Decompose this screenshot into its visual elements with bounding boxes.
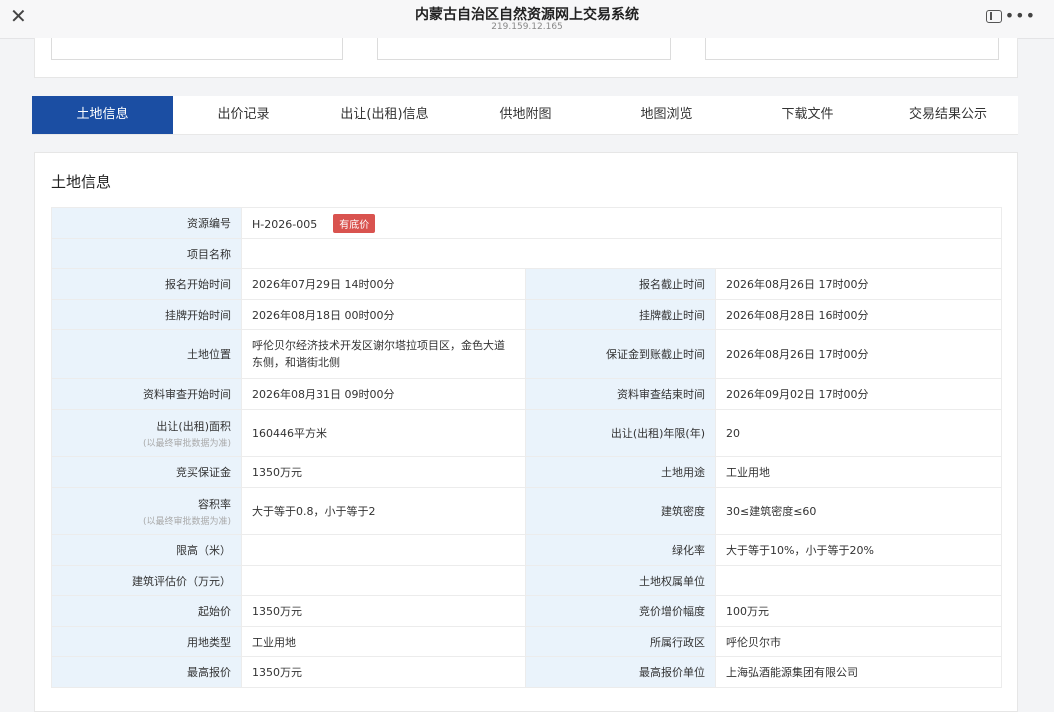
label-location: 土地位置 xyxy=(51,329,242,379)
table-row: 用地类型 工业用地 所属行政区 呼伦贝尔市 xyxy=(51,626,1003,657)
label-start-price: 起始价 xyxy=(51,595,242,627)
table-row: 竞买保证金 1350万元 土地用途 工业用地 xyxy=(51,456,1003,488)
tab-bar: 土地信息 出价记录 出让(出租)信息 供地附图 地图浏览 下载文件 交易结果公示 xyxy=(32,96,1018,135)
table-row: 限高（米） 绿化率 大于等于10%，小于等于20% xyxy=(51,534,1003,566)
summary-field-3 xyxy=(705,38,999,60)
value-deposit-deadline: 2026年08月26日 17时00分 xyxy=(714,329,1003,379)
value-building-density: 30≤建筑密度≤60 xyxy=(714,487,1003,535)
table-row: 建筑评估价（万元） 土地权属单位 xyxy=(51,565,1003,596)
label-height-limit: 限高（米） xyxy=(51,534,242,566)
value-land-type: 工业用地 xyxy=(241,626,526,657)
label-bid-deposit: 竞买保证金 xyxy=(51,456,242,488)
tab-download-files[interactable]: 下载文件 xyxy=(737,96,878,134)
label-green-ratio: 绿化率 xyxy=(525,534,716,566)
page-title: 内蒙古自治区自然资源网上交易系统 xyxy=(415,7,639,23)
summary-field-1 xyxy=(51,38,343,60)
label-deposit-deadline: 保证金到账截止时间 xyxy=(525,329,716,379)
value-ownership-unit xyxy=(714,565,1003,596)
label-signup-start: 报名开始时间 xyxy=(51,268,242,300)
tab-supply-maps[interactable]: 供地附图 xyxy=(455,96,596,134)
label-listing-start: 挂牌开始时间 xyxy=(51,299,242,330)
label-term: 出让(出租)年限(年) xyxy=(525,409,716,457)
tab-result-notice[interactable]: 交易结果公示 xyxy=(878,96,1018,134)
page-url: 219.159.12.165 xyxy=(491,22,563,32)
value-signup-end: 2026年08月26日 17时00分 xyxy=(714,268,1003,300)
value-start-price: 1350万元 xyxy=(241,595,526,627)
value-location: 呼伦贝尔经济技术开发区谢尔塔拉项目区，金色大道东侧，和谐街北侧 xyxy=(241,329,526,379)
table-row: 最高报价 1350万元 最高报价单位 上海弘酒能源集团有限公司 xyxy=(51,656,1003,688)
value-signup-start: 2026年07月29日 14时00分 xyxy=(241,268,526,300)
area-note: (以最终审批数据为准) xyxy=(142,438,231,449)
label-area: 出让(出租)面积 (以最终审批数据为准) xyxy=(51,409,242,457)
label-land-use: 土地用途 xyxy=(525,456,716,488)
label-highest-bid: 最高报价 xyxy=(51,656,242,688)
value-listing-end: 2026年08月28日 16时00分 xyxy=(714,299,1003,330)
label-ownership-unit: 土地权属单位 xyxy=(525,565,716,596)
table-row: 挂牌开始时间 2026年08月18日 00时00分 挂牌截止时间 2026年08… xyxy=(51,299,1003,330)
value-land-use: 工业用地 xyxy=(714,456,1003,488)
value-review-start: 2026年08月31日 09时00分 xyxy=(241,378,526,410)
tab-land-info[interactable]: 土地信息 xyxy=(32,96,173,134)
value-listing-start: 2026年08月18日 00时00分 xyxy=(241,299,526,330)
label-highest-bidder: 最高报价单位 xyxy=(525,656,716,688)
tab-map-browse[interactable]: 地图浏览 xyxy=(596,96,737,134)
value-area: 160446平方米 xyxy=(241,409,526,457)
table-row: 资料审查开始时间 2026年08月31日 09时00分 资料审查结束时间 202… xyxy=(51,378,1003,410)
label-district: 所属行政区 xyxy=(525,626,716,657)
value-building-valuation xyxy=(241,565,526,596)
label-plot-ratio: 容积率 (以最终审批数据为准) xyxy=(51,487,242,535)
label-signup-end: 报名截止时间 xyxy=(525,268,716,300)
label-building-density: 建筑密度 xyxy=(525,487,716,535)
label-listing-end: 挂牌截止时间 xyxy=(525,299,716,330)
top-summary-card xyxy=(34,38,1018,78)
table-row: 土地位置 呼伦贝尔经济技术开发区谢尔塔拉项目区，金色大道东侧，和谐街北侧 保证金… xyxy=(51,329,1003,379)
label-bid-increment: 竞价增价幅度 xyxy=(525,595,716,627)
plot-ratio-note: (以最终审批数据为准) xyxy=(142,516,231,527)
land-info-panel: 土地信息 资源编号 H-2026-005 有底价 项目名称 报名开始时间 2026… xyxy=(34,152,1018,712)
value-green-ratio: 大于等于10%，小于等于20% xyxy=(714,534,1003,566)
value-resource-no: H-2026-005 有底价 xyxy=(240,207,1003,239)
value-height-limit xyxy=(241,534,526,566)
table-row: 起始价 1350万元 竞价增价幅度 100万元 xyxy=(51,595,1003,627)
label-project-name: 项目名称 xyxy=(51,238,242,269)
value-project-name xyxy=(240,238,1003,269)
value-term: 20 xyxy=(714,409,1003,457)
label-land-type: 用地类型 xyxy=(51,626,242,657)
section-title: 土地信息 xyxy=(51,173,112,191)
value-plot-ratio: 大于等于0.8，小于等于2 xyxy=(241,487,526,535)
label-review-end: 资料审查结束时间 xyxy=(525,378,716,410)
label-resource-no: 资源编号 xyxy=(51,207,242,239)
tab-transfer-info[interactable]: 出让(出租)信息 xyxy=(314,96,455,134)
tabs-overview-icon[interactable] xyxy=(986,10,1002,23)
land-info-table: 资源编号 H-2026-005 有底价 项目名称 报名开始时间 2026年07月2… xyxy=(51,207,1003,688)
label-review-start: 资料审查开始时间 xyxy=(51,378,242,410)
browser-topbar: ✕ 内蒙古自治区自然资源网上交易系统 219.159.12.165 ••• xyxy=(0,0,1054,39)
reserve-price-badge: 有底价 xyxy=(333,213,376,233)
summary-field-2 xyxy=(377,38,671,60)
table-row: 项目名称 xyxy=(51,238,1003,269)
value-bid-deposit: 1350万元 xyxy=(241,456,526,488)
value-bid-increment: 100万元 xyxy=(714,595,1003,627)
table-row: 出让(出租)面积 (以最终审批数据为准) 160446平方米 出让(出租)年限(年… xyxy=(51,409,1003,457)
tab-bid-records[interactable]: 出价记录 xyxy=(173,96,314,134)
more-options-icon[interactable]: ••• xyxy=(1005,6,1036,25)
label-building-valuation: 建筑评估价（万元） xyxy=(51,565,242,596)
table-row: 资源编号 H-2026-005 有底价 xyxy=(51,207,1003,239)
value-review-end: 2026年09月02日 17时00分 xyxy=(714,378,1003,410)
table-row: 报名开始时间 2026年07月29日 14时00分 报名截止时间 2026年08… xyxy=(51,268,1003,300)
value-highest-bidder: 上海弘酒能源集团有限公司 xyxy=(714,656,1003,688)
value-district: 呼伦贝尔市 xyxy=(714,626,1003,657)
value-highest-bid: 1350万元 xyxy=(241,656,526,688)
table-row: 容积率 (以最终审批数据为准) 大于等于0.8，小于等于2 建筑密度 30≤建筑密… xyxy=(51,487,1003,535)
